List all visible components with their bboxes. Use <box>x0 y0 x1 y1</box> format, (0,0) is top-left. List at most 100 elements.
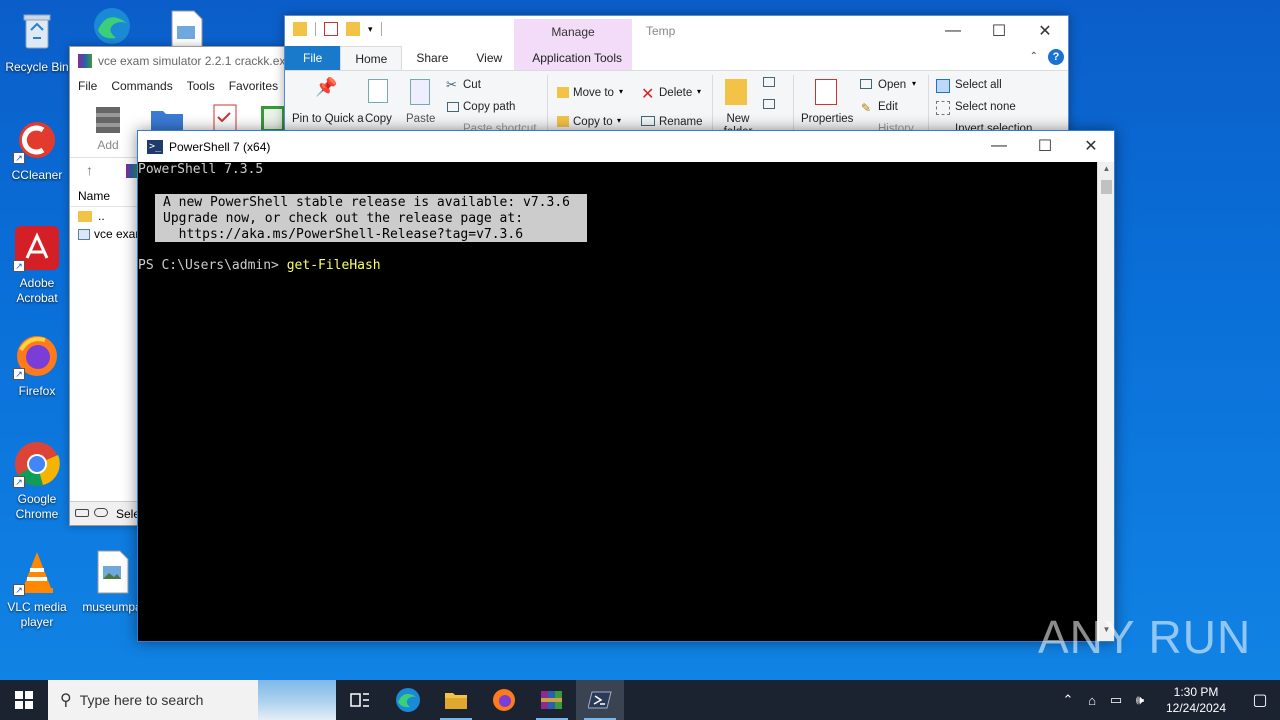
pin-icon: 📌 <box>315 77 338 97</box>
console-scrollbar[interactable]: ▲ ▼ <box>1097 162 1114 641</box>
new-folder-icon[interactable] <box>346 22 360 36</box>
volume-icon[interactable]: 🕪 <box>1128 692 1152 708</box>
up-arrow-icon[interactable]: ↑ <box>86 162 93 178</box>
select-none-button[interactable]: Select none <box>955 101 1016 113</box>
shortcut-arrow-icon: ↗ <box>13 368 25 380</box>
tab-home[interactable]: Home <box>340 46 403 70</box>
folder-icon <box>78 210 92 222</box>
desktop-icon-vlc[interactable]: ↗ VLC media player <box>1 548 73 630</box>
window-controls: — ☐ ✕ <box>976 131 1114 161</box>
desktop-icon-ccleaner[interactable]: ↗ CCleaner <box>1 116 73 183</box>
desktop-icon-firefox[interactable]: ↗ Firefox <box>1 332 73 399</box>
window-controls: — ☐ ✕ <box>930 16 1068 46</box>
notification-center-icon[interactable]: ▢ <box>1240 690 1280 710</box>
powershell-window[interactable]: >_ PowerShell 7 (x64) — ☐ ✕ PowerShell 7… <box>137 130 1115 642</box>
banner-line: https://aka.ms/PowerShell-Release?tag=v7… <box>163 227 524 242</box>
winrar-app-icon <box>78 54 92 68</box>
winrar-titlebar[interactable]: vce exam simulator 2.2.1 crackk.exe <box>70 47 298 75</box>
banner-line: Upgrade now, or check out the release pa… <box>163 211 524 226</box>
separator <box>712 75 713 131</box>
task-view-button[interactable] <box>336 680 384 720</box>
open-button[interactable]: Open <box>878 79 906 91</box>
taskbar-file-explorer[interactable] <box>432 680 480 720</box>
desktop-icon-google-chrome[interactable]: ↗ Google Chrome <box>1 440 73 522</box>
new-item-icon <box>763 77 775 87</box>
taskbar-winrar[interactable] <box>528 680 576 720</box>
copy-path-button[interactable]: Copy path <box>463 101 515 113</box>
separator <box>793 75 794 131</box>
start-button[interactable] <box>0 680 48 720</box>
close-button[interactable]: ✕ <box>1068 131 1114 161</box>
close-button[interactable]: ✕ <box>1022 16 1068 46</box>
menu-tools[interactable]: Tools <box>187 79 215 93</box>
chevron-down-icon: ▾ <box>617 116 622 125</box>
key-icon <box>94 508 108 517</box>
edge-icon <box>88 4 136 52</box>
taskbar-edge[interactable] <box>384 680 432 720</box>
shortcut-arrow-icon: ↗ <box>13 584 25 596</box>
powershell-titlebar[interactable]: >_ PowerShell 7 (x64) — ☐ ✕ <box>138 131 1114 162</box>
tab-application-tools[interactable]: Application Tools <box>516 46 636 70</box>
customize-qat-chevron-icon[interactable]: ▾ <box>368 24 373 35</box>
copy-button[interactable]: Copy <box>365 113 392 125</box>
add-button[interactable]: Add <box>90 103 126 152</box>
desktop-icon-label: Recycle Bin <box>5 60 69 74</box>
desktop-icon-label: Firefox <box>18 384 56 398</box>
taskbar-powershell[interactable] <box>576 680 624 720</box>
menu-commands[interactable]: Commands <box>111 79 172 93</box>
explorer-window-title: Temp <box>646 24 676 38</box>
winrar-title: vce exam simulator 2.2.1 crackk.exe <box>98 54 293 68</box>
delete-button[interactable]: Delete <box>659 87 692 99</box>
tab-share[interactable]: Share <box>402 46 462 70</box>
exe-file-icon <box>78 228 90 240</box>
maximize-button[interactable]: ☐ <box>976 16 1022 46</box>
tab-view[interactable]: View <box>462 46 516 70</box>
maximize-button[interactable]: ☐ <box>1022 131 1068 161</box>
properties-button[interactable]: Properties <box>801 113 853 125</box>
paste-button[interactable]: Paste <box>406 113 435 125</box>
firefox-icon <box>493 689 515 711</box>
explorer-titlebar[interactable]: ▾ Manage Temp — ☐ ✕ <box>285 16 1068 73</box>
minimize-button[interactable]: — <box>976 131 1022 161</box>
taskbar-search-box[interactable]: ⚲ Type here to search <box>48 680 336 720</box>
scroll-up-arrow-icon[interactable]: ▲ <box>1098 164 1115 178</box>
menu-favorites[interactable]: Favorites <box>229 79 278 93</box>
console-prompt-line[interactable]: PS C:\Users\admin> get-FileHash <box>138 258 381 274</box>
help-icon[interactable]: ? <box>1048 49 1064 65</box>
rename-icon <box>641 116 655 126</box>
scrollbar-thumb[interactable] <box>1101 180 1112 194</box>
clock[interactable]: 1:30 PM 12/24/2024 <box>1158 684 1234 716</box>
search-highlight-image <box>258 680 336 720</box>
network-icon[interactable]: ▭ <box>1104 692 1128 708</box>
move-to-button[interactable]: Move to <box>573 87 614 99</box>
scissors-icon: ✂ <box>446 77 457 92</box>
copy-to-button[interactable]: Copy to <box>573 116 613 128</box>
select-all-button[interactable]: Select all <box>955 79 1002 91</box>
separator <box>928 75 929 131</box>
cut-button[interactable]: Cut <box>463 79 481 91</box>
winrar-menubar: File Commands Tools Favorites <box>70 75 298 97</box>
adobe-acrobat-icon: ↗ <box>13 224 61 272</box>
menu-file[interactable]: File <box>78 79 97 93</box>
show-hidden-icons-chevron-icon[interactable]: ⌃ <box>1056 692 1080 708</box>
console-version-line: PowerShell 7.3.5 <box>138 162 264 177</box>
shortcut-arrow-icon: ↗ <box>13 260 25 272</box>
desktop-icon-recycle-bin[interactable]: Recycle Bin <box>1 8 73 75</box>
pin-to-quick-access-button[interactable]: Pin to Quick access <box>292 113 364 127</box>
minimize-button[interactable]: — <box>930 16 976 46</box>
image-file-icon <box>88 548 136 596</box>
edit-icon: ✎ <box>861 101 872 115</box>
console-output[interactable]: PowerShell 7.3.5 A new PowerShell stable… <box>138 162 1097 641</box>
desktop-icon-label: Adobe Acrobat <box>16 276 58 305</box>
file-explorer-window[interactable]: ▾ Manage Temp — ☐ ✕ File Home Share View… <box>284 15 1069 135</box>
device-icon[interactable]: ⌂ <box>1080 693 1104 708</box>
edit-button[interactable]: Edit <box>878 101 898 113</box>
desktop-icon-adobe-acrobat[interactable]: ↗ Adobe Acrobat <box>1 224 73 306</box>
tab-file[interactable]: File <box>285 46 341 70</box>
rename-button[interactable]: Rename <box>659 116 702 128</box>
paste-icon <box>410 79 430 105</box>
collapse-ribbon-chevron-icon[interactable]: ⌃ <box>1030 51 1038 62</box>
taskbar-firefox[interactable] <box>480 680 528 720</box>
properties-check-icon[interactable] <box>324 22 338 36</box>
ribbon-tabs: File Home Share View Application Tools <box>285 46 1068 70</box>
